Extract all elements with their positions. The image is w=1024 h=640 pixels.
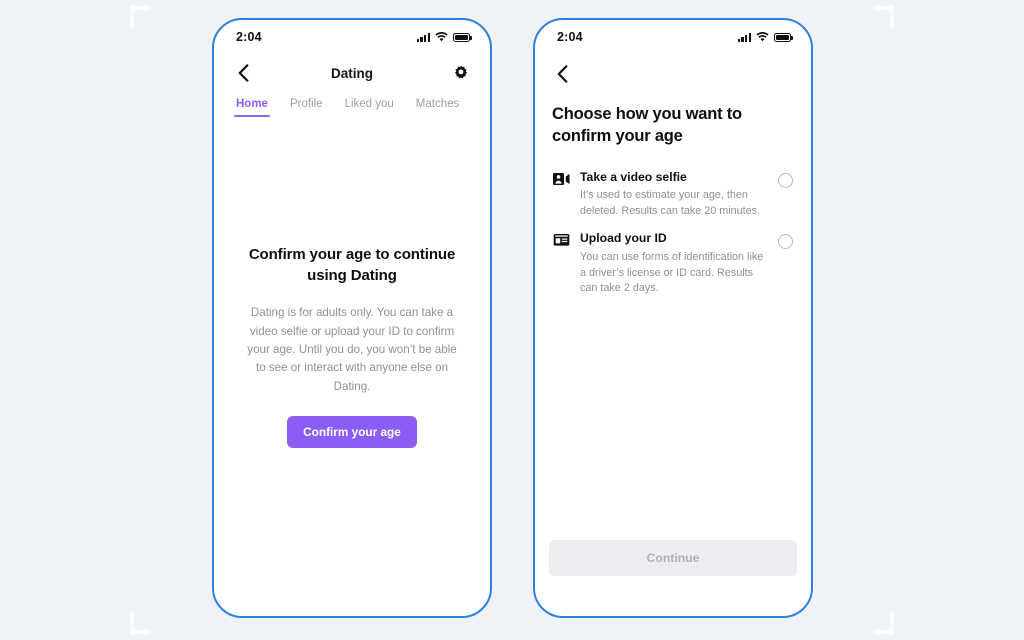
- option-upload-your-id[interactable]: Upload your ID You can use forms of iden…: [549, 227, 797, 305]
- radio-take-a-video-selfie[interactable]: [778, 172, 793, 188]
- radio-upload-your-id[interactable]: [778, 234, 793, 250]
- option-text-block: Take a video selfie It’s used to estimat…: [573, 170, 778, 220]
- back-chevron-icon[interactable]: [551, 63, 573, 85]
- tab-bar: Home Profile Liked you Matches: [214, 92, 490, 117]
- status-bar-icons: [416, 32, 472, 42]
- battery-icon: [453, 32, 472, 42]
- corner-bracket-bottom-right: [860, 600, 894, 634]
- id-card-icon: [549, 231, 573, 247]
- corner-bracket-bottom-left: [130, 600, 164, 634]
- corner-bracket-top-left: [130, 6, 164, 40]
- battery-icon: [774, 32, 793, 42]
- tab-home[interactable]: Home: [234, 98, 270, 117]
- age-confirmation-panel: Confirm your age to continue using Datin…: [214, 117, 490, 448]
- status-bar-clock: 2:04: [236, 30, 262, 44]
- status-bar: 2:04: [214, 20, 490, 54]
- wifi-icon: [435, 32, 448, 42]
- body-paragraph: Dating is for adults only. You can take …: [247, 306, 457, 393]
- option-text-block: Upload your ID You can use forms of iden…: [573, 231, 778, 297]
- phone-mockup-dating-home: 2:04 Dating Home Profile Liked you Match…: [212, 18, 492, 618]
- page-title: Dating: [331, 65, 373, 81]
- phone-mockup-age-method-chooser: 2:04 Choose how you want to confirm your…: [533, 18, 813, 618]
- headline: Confirm your age to continue using Datin…: [248, 246, 456, 284]
- wifi-icon: [756, 32, 769, 42]
- option-title: Upload your ID: [580, 231, 667, 246]
- option-description: You can use forms of identification like…: [580, 251, 764, 295]
- tab-liked-you[interactable]: Liked you: [345, 98, 394, 117]
- verification-method-list: Take a video selfie It’s used to estimat…: [535, 166, 811, 305]
- continue-button[interactable]: Continue: [549, 540, 797, 576]
- tab-matches[interactable]: Matches: [416, 98, 459, 117]
- cellular-signal-icon: [416, 32, 430, 42]
- option-description: It’s used to estimate your age, then del…: [580, 189, 761, 217]
- cellular-signal-icon: [737, 32, 751, 42]
- continue-button-container: Continue: [535, 540, 811, 576]
- option-title: Take a video selfie: [580, 169, 687, 184]
- navigation-bar: [535, 54, 811, 94]
- screenshot-stage: 2:04 Dating Home Profile Liked you Match…: [0, 0, 1024, 640]
- corner-bracket-top-right: [860, 6, 894, 40]
- video-selfie-icon: [549, 170, 573, 186]
- confirm-your-age-button[interactable]: Confirm your age: [287, 415, 417, 448]
- option-take-a-video-selfie[interactable]: Take a video selfie It’s used to estimat…: [549, 166, 797, 228]
- status-bar-clock: 2:04: [557, 30, 583, 44]
- tab-profile[interactable]: Profile: [290, 98, 323, 117]
- status-bar-icons: [737, 32, 793, 42]
- navigation-bar: Dating: [214, 54, 490, 92]
- page-title: Choose how you want to confirm your age: [552, 105, 742, 145]
- status-bar: 2:04: [535, 20, 811, 54]
